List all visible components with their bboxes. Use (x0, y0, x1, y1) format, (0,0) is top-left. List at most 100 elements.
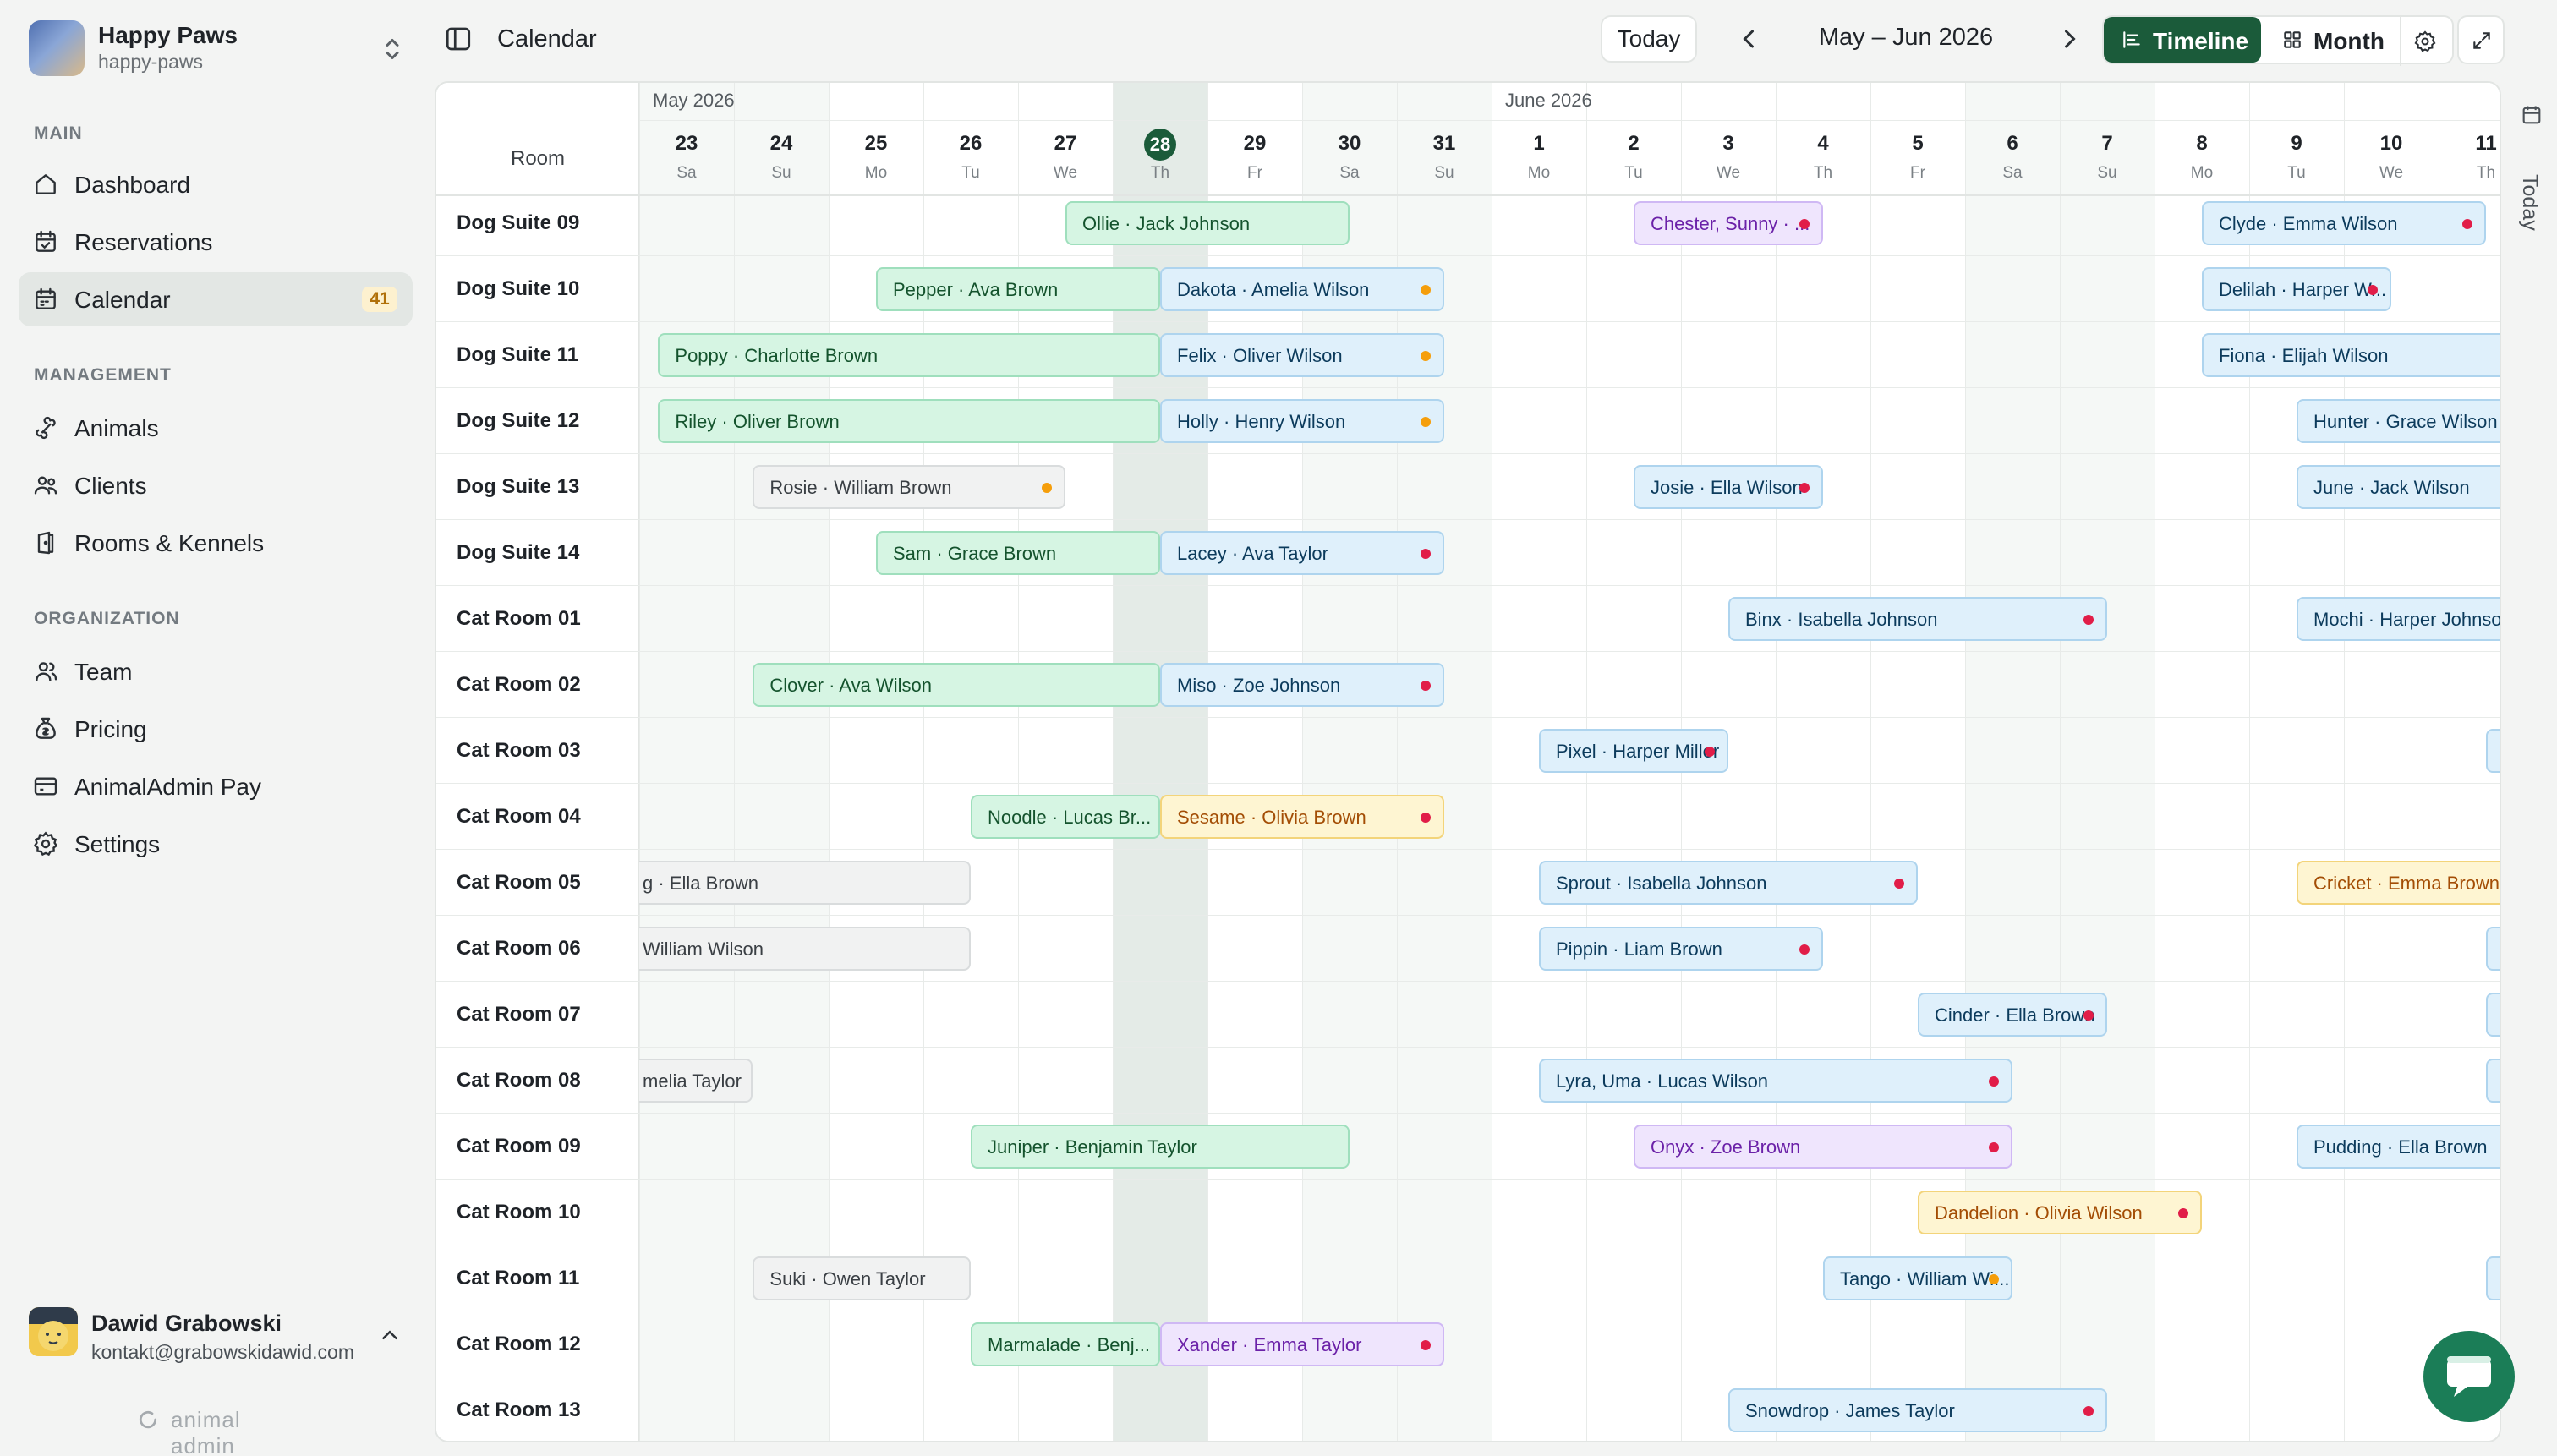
room-name[interactable]: Cat Room 04 (457, 805, 581, 829)
reservation-bar[interactable]: Clo (2486, 993, 2500, 1037)
reservation-bar[interactable]: Pixel · Harper Miller (1539, 729, 1728, 773)
sidebar-item-team[interactable]: Team (19, 644, 413, 698)
reservation-bar[interactable]: Dandelion · Olivia Wilson (1918, 1191, 2202, 1234)
reservation-bar[interactable]: Suki · Owen Taylor (753, 1256, 971, 1300)
reservation-bar[interactable]: Miso · Zoe Johnson (1160, 663, 1444, 707)
day-number[interactable]: 3 (1681, 132, 1776, 156)
day-number[interactable]: 1 (1492, 132, 1586, 156)
room-name[interactable]: Dog Suite 14 (457, 541, 579, 565)
sidebar-item-settings[interactable]: Settings (19, 817, 413, 871)
previous-range-icon[interactable] (1733, 24, 1764, 54)
reservation-bar[interactable]: g · Ella Brown (639, 861, 971, 905)
room-name[interactable]: Cat Room 10 (457, 1201, 581, 1224)
room-name[interactable]: Dog Suite 10 (457, 277, 579, 301)
today-panel-tab[interactable]: Today (2517, 174, 2542, 231)
workspace-switcher[interactable]: Happy Paws happy-paws (29, 20, 409, 79)
reservation-bar[interactable]: Dakota · Amelia Wilson (1160, 267, 1444, 311)
reservation-bar[interactable]: Lacey · Ava Taylor (1160, 531, 1444, 575)
reservation-bar[interactable]: Rosie · William Brown (753, 465, 1065, 509)
room-name[interactable]: Cat Room 05 (457, 871, 581, 895)
reservation-bar[interactable]: Chester, Sunny · ... (1634, 201, 1823, 245)
support-chat-button[interactable] (2423, 1331, 2515, 1422)
calendar-settings-button[interactable] (2400, 17, 2447, 66)
room-name[interactable]: Cat Room 02 (457, 673, 581, 697)
reservation-bar[interactable]: Hunter · Grace Wilson (2297, 399, 2500, 443)
sidebar-item-clients[interactable]: Clients (19, 458, 413, 512)
user-menu[interactable]: Dawid Grabowski kontakt@grabowskidawid.c… (29, 1302, 409, 1370)
room-name[interactable]: Cat Room 01 (457, 607, 581, 631)
today-button[interactable]: Today (1601, 15, 1697, 63)
reservation-bar[interactable]: Clover · Ava Wilson (753, 663, 1160, 707)
reservation-bar[interactable]: Juniper · Benjamin Taylor (971, 1125, 1350, 1169)
reservation-bar[interactable]: Onyx · Zoe Brown (1634, 1125, 2012, 1169)
day-number[interactable]: 30 (1302, 132, 1397, 156)
room-name[interactable]: Cat Room 06 (457, 937, 581, 961)
reservation-bar[interactable]: Sprout · Isabella Johnson (1539, 861, 1918, 905)
sidebar-item-reservations[interactable]: Reservations (19, 215, 413, 269)
reservation-bar[interactable]: Riley · Oliver Brown (658, 399, 1160, 443)
reservation-bar[interactable]: Delilah · Harper W... (2202, 267, 2391, 311)
timeline-view-button[interactable]: Timeline (2104, 17, 2261, 63)
room-name[interactable]: Dog Suite 12 (457, 409, 579, 433)
reservation-bar[interactable]: Binx · Isabella Johnson (1728, 597, 2107, 641)
day-number[interactable]: 11 (2439, 132, 2500, 156)
calendar-icon[interactable] (2520, 103, 2543, 127)
reservation-bar[interactable]: Pepper · Ava Brown (876, 267, 1160, 311)
day-number[interactable]: 23 (639, 132, 734, 156)
room-name[interactable]: Cat Room 12 (457, 1333, 581, 1356)
day-number[interactable]: 9 (2249, 132, 2344, 156)
day-number[interactable]: 10 (2344, 132, 2439, 156)
day-number[interactable]: 7 (2060, 132, 2155, 156)
reservation-bar[interactable]: June · Jack Wilson (2297, 465, 2500, 509)
day-number[interactable]: 5 (1870, 132, 1965, 156)
sidebar-item-calendar[interactable]: Calendar 41 (19, 272, 413, 326)
day-number[interactable]: 4 (1776, 132, 1870, 156)
day-number[interactable]: 31 (1397, 132, 1492, 156)
room-name[interactable]: Cat Room 11 (457, 1267, 579, 1290)
room-name[interactable]: Dog Suite 09 (457, 211, 579, 235)
reservation-bar[interactable]: Mab (2486, 1059, 2500, 1103)
month-view-button[interactable]: Month (2264, 17, 2400, 63)
day-number[interactable]: 8 (2155, 132, 2249, 156)
fullscreen-button[interactable] (2457, 15, 2505, 64)
reservation-bar[interactable]: Sesame · Olivia Brown (1160, 795, 1444, 839)
reservation-bar[interactable]: Xander · Emma Taylor (1160, 1322, 1444, 1366)
reservation-bar[interactable]: Holly · Henry Wilson (1160, 399, 1444, 443)
day-number[interactable]: 2 (1586, 132, 1681, 156)
reservation-bar[interactable]: Marmalade · Benj... (971, 1322, 1160, 1366)
reservation-bar[interactable]: Smu (2486, 729, 2500, 773)
reservation-bar[interactable]: Fiona · Elijah Wilson (2202, 333, 2500, 377)
day-number[interactable]: 24 (734, 132, 829, 156)
room-name[interactable]: Dog Suite 13 (457, 475, 579, 499)
reservation-bar[interactable]: Um (2486, 1256, 2500, 1300)
sidebar-item-dashboard[interactable]: Dashboard (19, 157, 413, 211)
reservation-bar[interactable]: Lyra, Uma · Lucas Wilson (1539, 1059, 2012, 1103)
reservation-bar[interactable]: Josie · Ella Wilson (1634, 465, 1823, 509)
reservation-bar[interactable]: Mochi · Harper Johnson (2297, 597, 2500, 641)
day-number[interactable]: 26 (923, 132, 1018, 156)
room-name[interactable]: Cat Room 13 (457, 1399, 581, 1422)
day-number[interactable]: 25 (829, 132, 923, 156)
reservation-bar[interactable]: Tango · William Wi... (1823, 1256, 2012, 1300)
today-date-marker[interactable]: 28 (1144, 129, 1176, 161)
reservation-bar[interactable]: Cinder · Ella Brown (1918, 993, 2107, 1037)
reservation-bar[interactable]: Cricket · Emma Brown (2297, 861, 2500, 905)
reservation-bar[interactable]: Mer (2486, 927, 2500, 971)
reservation-bar[interactable]: Snowdrop · James Taylor (1728, 1388, 2107, 1432)
reservation-bar[interactable]: Clyde · Emma Wilson (2202, 201, 2486, 245)
day-number[interactable]: 29 (1207, 132, 1302, 156)
sidebar-toggle-icon[interactable] (443, 24, 474, 54)
reservation-bar[interactable]: Noodle · Lucas Br... (971, 795, 1160, 839)
reservation-bar[interactable]: Sam · Grace Brown (876, 531, 1160, 575)
reservation-bar[interactable]: melia Taylor (639, 1059, 753, 1103)
day-number[interactable]: 6 (1965, 132, 2060, 156)
day-number[interactable]: 27 (1018, 132, 1113, 156)
room-name[interactable]: Cat Room 08 (457, 1069, 581, 1092)
sidebar-item-animaladmin-pay[interactable]: AnimalAdmin Pay (19, 759, 413, 813)
reservation-bar[interactable]: Pippin · Liam Brown (1539, 927, 1823, 971)
reservation-bar[interactable]: Ollie · Jack Johnson (1065, 201, 1350, 245)
room-name[interactable]: Dog Suite 11 (457, 343, 578, 367)
reservation-bar[interactable]: William Wilson (639, 927, 971, 971)
sidebar-item-pricing[interactable]: Pricing (19, 702, 413, 756)
reservation-bar[interactable]: Felix · Oliver Wilson (1160, 333, 1444, 377)
